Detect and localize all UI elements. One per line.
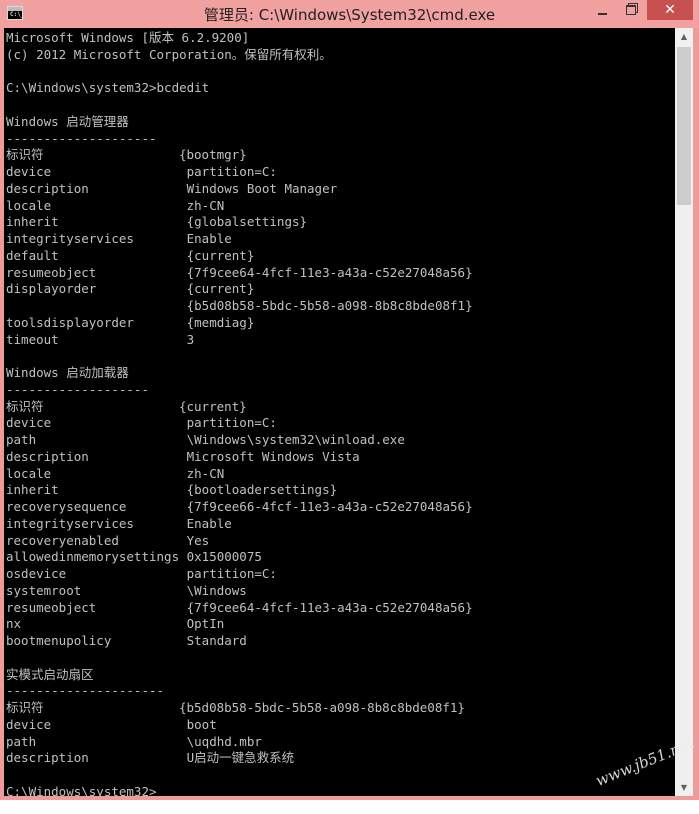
console-line: bootmenupolicy Standard — [6, 633, 247, 648]
window-frame-right — [693, 28, 699, 800]
cmd-window: C:\_ 管理员: C:\Windows\System32\cmd.exe ✕ … — [0, 0, 699, 800]
console-line: ------------------- — [6, 381, 149, 397]
vertical-scrollbar[interactable]: ▲ ▼ — [675, 28, 693, 796]
console-line: timeout 3 — [6, 331, 195, 347]
console-line: -------------------- — [6, 130, 157, 146]
console-line: description Microsoft Windows Vista — [6, 448, 360, 464]
console-line: description U启动一键急救系统 — [6, 750, 295, 766]
title-bar[interactable]: C:\_ 管理员: C:\Windows\System32\cmd.exe ✕ — [0, 0, 699, 28]
console-line: integrityservices Enable — [6, 515, 232, 531]
console-line: 标识符 {b5d08b58-5bdc-5b58-a098-8b8c8bde08f… — [6, 700, 465, 715]
maximize-icon — [626, 5, 636, 15]
console-line: --------------------- — [6, 683, 165, 699]
console-line: inherit {globalsettings} — [6, 214, 308, 230]
console-line: allowedinmemorysettings 0x15000075 — [6, 549, 262, 565]
console-line: Windows 启动管理器 — [6, 113, 129, 129]
maximize-button[interactable] — [617, 0, 645, 20]
console-line: integrityservices Enable — [6, 231, 232, 246]
console-line: systemroot \Windows — [6, 582, 247, 598]
console-line: displayorder {current} — [6, 281, 255, 297]
console-line: 标识符 {current} — [6, 398, 247, 414]
console-output[interactable]: Microsoft Windows [版本 6.2.9200] (c) 2012 … — [4, 28, 675, 796]
console-line: locale zh-CN — [6, 465, 225, 481]
console-line: default {current} — [6, 247, 255, 263]
console-line: recoverysequence {7f9cee66-4fcf-11e3-a43… — [6, 499, 473, 514]
close-icon: ✕ — [664, 2, 676, 18]
console-line: toolsdisplayorder {memdiag} — [6, 314, 255, 330]
console-line: osdevice partition=C: — [6, 566, 277, 581]
console-line: (c) 2012 Microsoft Corporation。保留所有权利。 — [6, 46, 332, 62]
console-line: 实模式启动扇区 — [6, 666, 94, 682]
console-line: inherit {bootloadersettings} — [6, 482, 338, 498]
minimize-button[interactable] — [588, 0, 616, 20]
window-frame-bottom — [0, 796, 699, 800]
console-line: 标识符 {bootmgr} — [6, 147, 247, 163]
console-lines: Microsoft Windows [版本 6.2.9200] (c) 2012 … — [6, 30, 473, 796]
console-line: Microsoft Windows [版本 6.2.9200] — [6, 30, 250, 45]
console-line: C:\Windows\system32>bcdedit — [6, 80, 210, 96]
console-line: nx OptIn — [6, 616, 225, 632]
minimize-icon — [597, 13, 607, 15]
console-line: device boot — [6, 716, 217, 732]
scroll-up-arrow-icon[interactable]: ▲ — [675, 28, 693, 45]
close-button[interactable]: ✕ — [647, 0, 693, 20]
console-line: Windows 启动加载器 — [6, 365, 129, 380]
console-line: description Windows Boot Manager — [6, 180, 338, 196]
console-line: device partition=C: — [6, 415, 277, 431]
console-line: device partition=C: — [6, 164, 277, 179]
console-line: path \Windows\system32\winload.exe — [6, 432, 405, 447]
console-line: recoveryenabled Yes — [6, 532, 210, 548]
console-line: C:\Windows\system32> — [6, 783, 157, 796]
scrollbar-thumb[interactable] — [677, 47, 691, 205]
console-line: resumeobject {7f9cee64-4fcf-11e3-a43a-c5… — [6, 264, 473, 280]
console-line: locale zh-CN — [6, 197, 225, 213]
console-line: {b5d08b58-5bdc-5b58-a098-8b8c8bde08f1} — [6, 298, 473, 313]
console-line: path \uqdhd.mbr — [6, 733, 262, 749]
console-line: resumeobject {7f9cee64-4fcf-11e3-a43a-c5… — [6, 599, 473, 615]
